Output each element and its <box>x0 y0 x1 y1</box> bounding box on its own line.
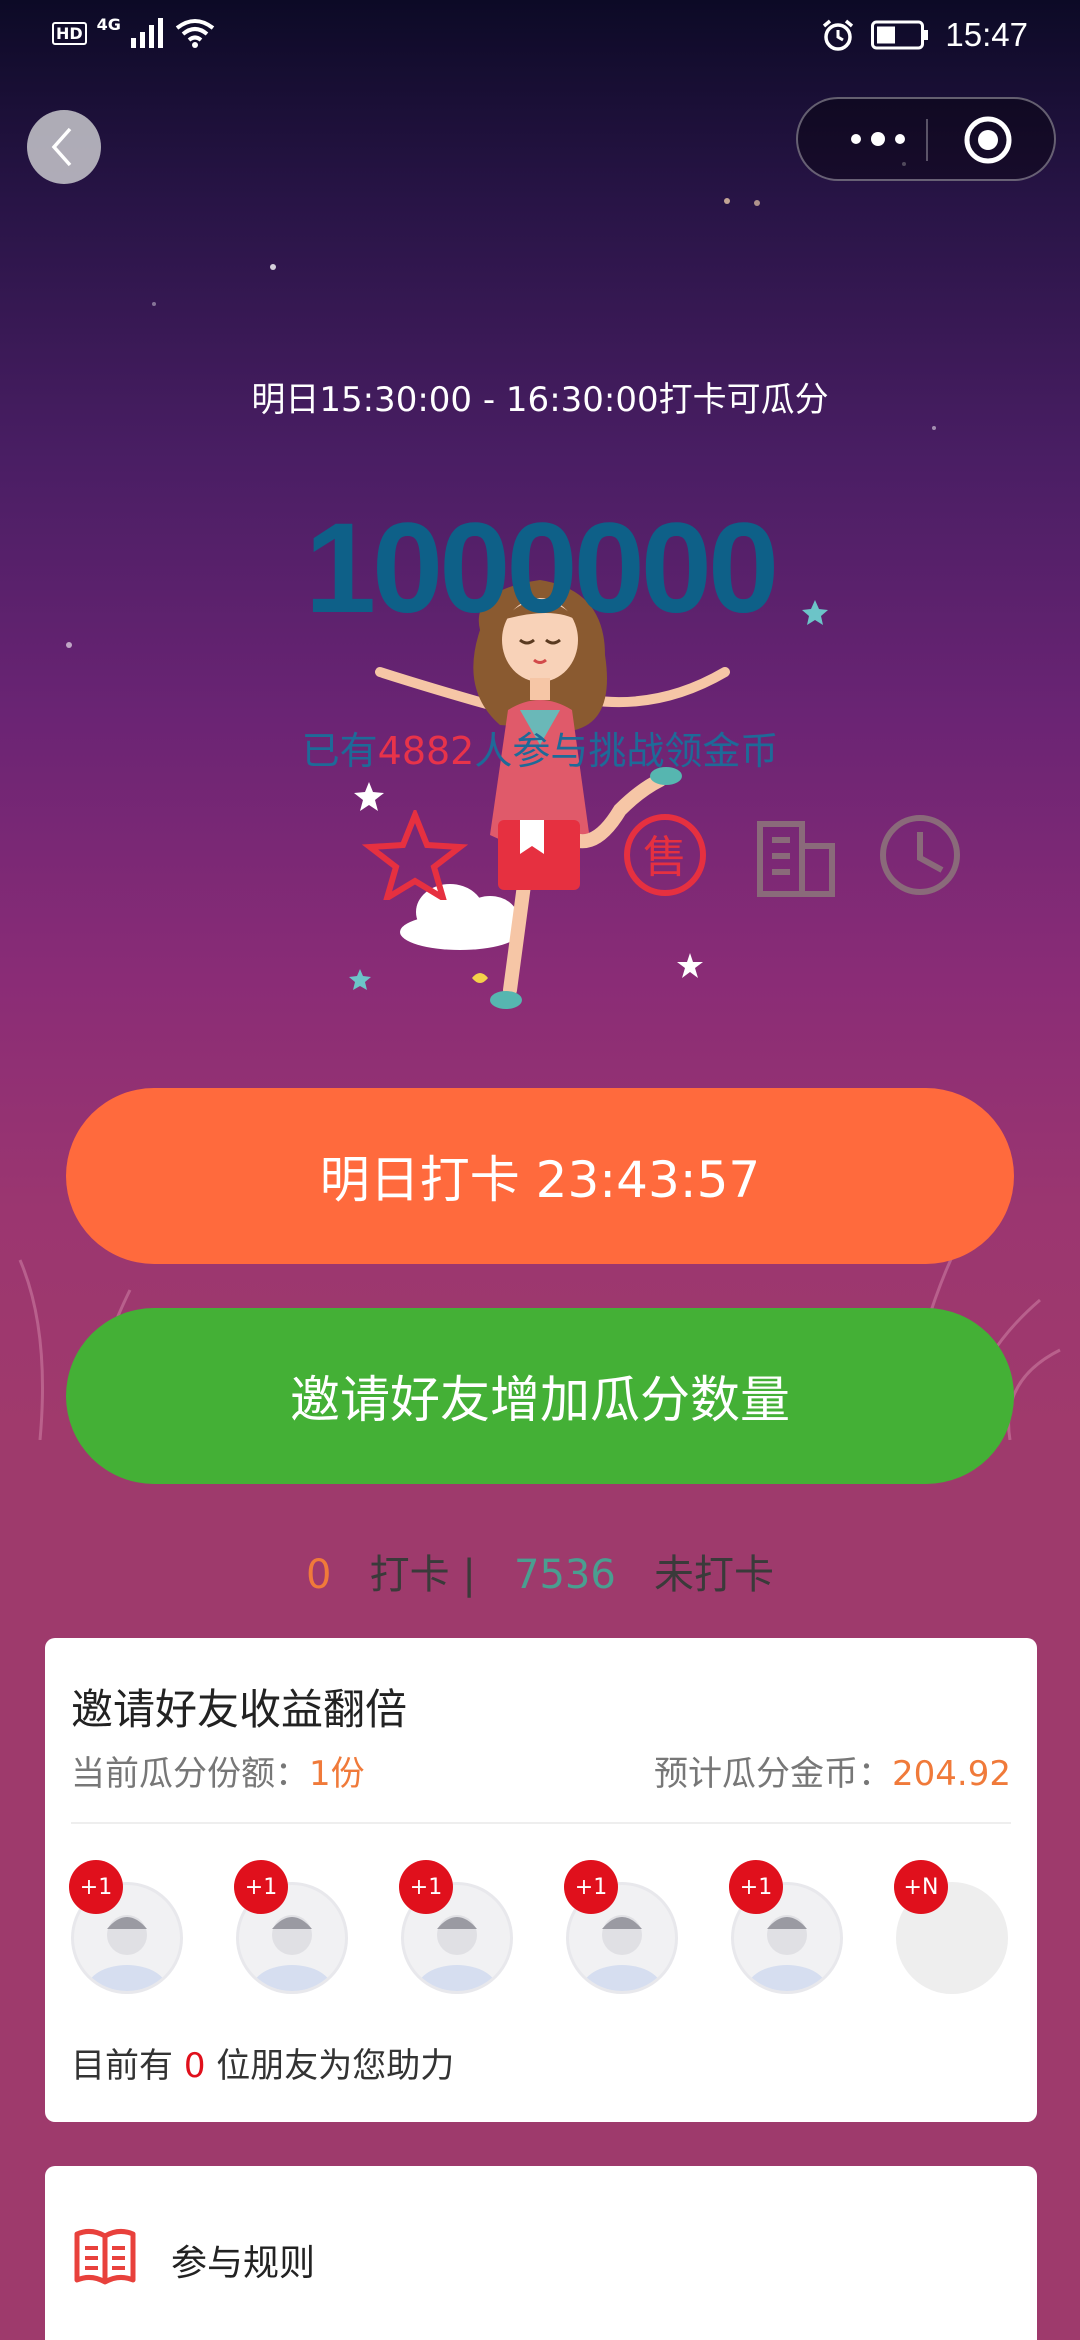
checked-label: 打卡 <box>369 1552 450 1598</box>
alarm-icon <box>823 19 854 51</box>
bookmark-icon <box>498 820 580 890</box>
helpers-prefix: 目前有 <box>71 2046 173 2086</box>
target-circle-icon <box>964 116 1012 164</box>
wifi-icon <box>175 19 215 48</box>
helper-slot[interactable]: +1 <box>729 1860 851 2000</box>
current-share: 当前瓜分份额：1份 <box>71 1746 365 1795</box>
participants-prefix: 已有 <box>301 729 378 773</box>
helper-slot[interactable]: +1 <box>564 1860 686 2000</box>
helper-slot[interactable]: +1 <box>234 1860 356 2000</box>
rules-label: 参与规则 <box>171 2243 316 2284</box>
helper-slot[interactable]: +1 <box>399 1860 521 2000</box>
svg-text:售: 售 <box>643 832 687 883</box>
plus-one-badge: +1 <box>399 1860 453 1914</box>
helpers-count: 0 <box>183 2046 206 2086</box>
checked-count: 0 <box>306 1552 332 1598</box>
invite-friends-button[interactable]: 邀请好友增加瓜分数量 <box>66 1308 1014 1484</box>
plus-n-badge: +N <box>894 1860 948 1914</box>
clock-icon <box>880 815 960 895</box>
plus-one-badge: +1 <box>564 1860 618 1914</box>
checkin-button[interactable]: 明日打卡 23:43:57 <box>66 1088 1014 1264</box>
plus-one-badge: +1 <box>234 1860 288 1914</box>
estimated-coins: 预计瓜分金币：204.92 <box>654 1746 1011 1795</box>
status-bar: HD 4G 15:47 <box>0 0 1080 76</box>
plus-one-badge: +1 <box>69 1860 123 1914</box>
invite-bonus-card: 邀请好友收益翻倍 当前瓜分份额：1份 预计瓜分金币：204.92 +1 +1 +… <box>45 1638 1037 2122</box>
estimate-label: 预计瓜分金币： <box>654 1754 893 1794</box>
hd-icon: HD <box>52 21 87 45</box>
battery-icon <box>871 20 929 50</box>
helpers-suffix: 位朋友为您助力 <box>216 2046 455 2086</box>
status-time: 15:47 <box>945 16 1028 53</box>
signal-icon <box>130 18 163 48</box>
back-button[interactable] <box>27 110 101 184</box>
building-icon <box>757 821 835 897</box>
checkin-stats: 0 打卡 | 7536 未打卡 <box>0 1542 1080 1600</box>
chevron-left-icon <box>51 127 72 167</box>
share-value: 1份 <box>309 1754 365 1794</box>
book-icon <box>74 2228 136 2285</box>
checkin-time-window: 明日15:30:00 - 16:30:00打卡可瓜分 <box>251 380 829 420</box>
unchecked-label: 未打卡 <box>653 1552 774 1598</box>
card-title: 邀请好友收益翻倍 <box>71 1685 408 1734</box>
unchecked-count: 7536 <box>514 1552 616 1598</box>
mini-program-capsule <box>796 97 1056 181</box>
helper-avatars: +1 +1 +1 +1 +1 +N <box>69 1860 1011 1994</box>
network-type-label: 4G <box>96 14 121 34</box>
participants-suffix: 人参与挑战领金币 <box>474 729 779 773</box>
capsule-divider <box>926 119 928 161</box>
category-icons-row: 售 <box>361 810 960 900</box>
card-divider <box>71 1822 1011 1824</box>
share-label: 当前瓜分份额： <box>71 1754 309 1794</box>
prize-pool-amount: 1000000 <box>304 497 779 640</box>
close-button[interactable] <box>958 113 1018 167</box>
more-dots-icon <box>851 132 905 146</box>
stats-separator: | <box>462 1552 476 1598</box>
star-icon <box>361 810 469 900</box>
more-button[interactable] <box>838 99 918 179</box>
helper-slot[interactable]: +N <box>894 1860 1016 2000</box>
participants-count: 4882 <box>377 729 475 773</box>
estimate-value: 204.92 <box>892 1754 1011 1794</box>
helper-slot[interactable]: +1 <box>69 1860 191 2000</box>
helpers-count-text: 目前有 0 位朋友为您助力 <box>71 2038 454 2087</box>
rules-card[interactable]: 参与规则 <box>45 2166 1037 2340</box>
participants-text: 已有4882人参与挑战领金币 <box>0 720 1080 775</box>
plus-one-badge: +1 <box>729 1860 783 1914</box>
sale-icon: 售 <box>624 814 706 896</box>
